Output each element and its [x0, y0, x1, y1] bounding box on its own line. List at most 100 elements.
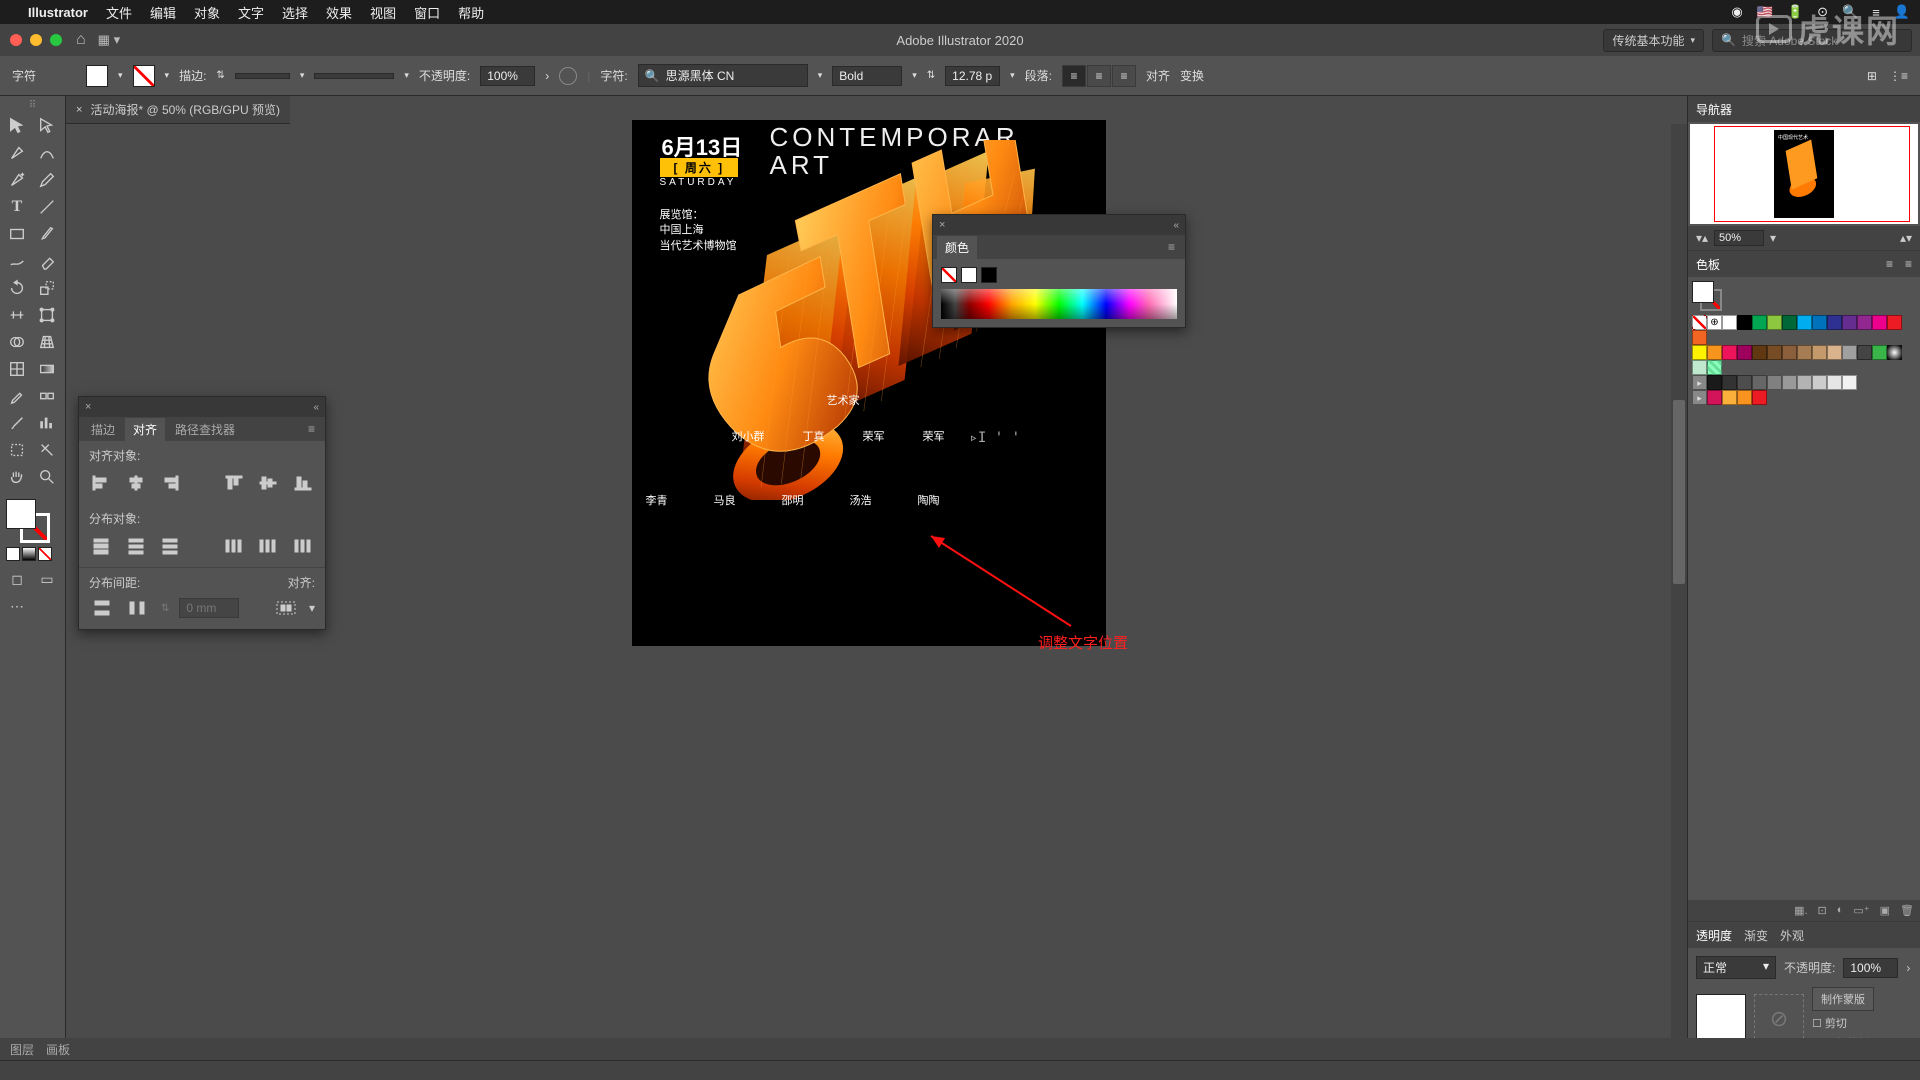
vertical-align-bottom[interactable]: [290, 472, 315, 494]
color-white-swatch[interactable]: [961, 267, 977, 283]
eraser-tool[interactable]: [32, 248, 62, 274]
horizontal-distribute-space[interactable]: [125, 597, 151, 619]
swatch-item[interactable]: [1797, 345, 1812, 360]
minimize-window[interactable]: [30, 34, 42, 46]
font-size-input[interactable]: 12.78 p: [945, 66, 1000, 86]
swatch-item[interactable]: [1767, 315, 1782, 330]
battery-icon[interactable]: 🔋: [1787, 4, 1803, 20]
search-icon[interactable]: 🔍: [1842, 4, 1858, 20]
width-tool[interactable]: [2, 302, 32, 328]
stroke-dropdown-icon[interactable]: ▾: [165, 70, 170, 81]
record-icon[interactable]: ◉: [1731, 4, 1742, 20]
navigator-view-box[interactable]: [1714, 126, 1910, 222]
workspace-dropdown[interactable]: 传统基本功能▾: [1603, 29, 1704, 52]
swatch-item[interactable]: [1707, 375, 1722, 390]
selection-tool[interactable]: [2, 113, 32, 139]
brush-definition-input[interactable]: [314, 73, 394, 79]
vertical-align-top[interactable]: [221, 472, 246, 494]
app-name[interactable]: Illustrator: [28, 5, 88, 20]
swatch-menu-icon[interactable]: ≡: [1905, 257, 1912, 271]
paintbrush-tool[interactable]: [32, 221, 62, 247]
settings-icon[interactable]: ⋮≡: [1889, 69, 1908, 83]
stroke-color-swatch[interactable]: [133, 65, 155, 87]
align-to-dropdown[interactable]: ▾: [309, 601, 315, 615]
transform-link[interactable]: 变换: [1180, 67, 1204, 84]
swatch-item[interactable]: [1887, 345, 1902, 360]
menu-file[interactable]: 文件: [106, 3, 132, 22]
gradient-tab[interactable]: 渐变: [1744, 927, 1768, 944]
fill-dropdown-icon[interactable]: ▾: [118, 70, 123, 81]
zoom-in-icon[interactable]: ▴▾: [1900, 231, 1912, 245]
align-left-button[interactable]: ≡: [1062, 65, 1086, 87]
delete-swatch-icon[interactable]: 🗑: [1900, 904, 1914, 917]
slice-tool[interactable]: [32, 437, 62, 463]
wifi-icon[interactable]: ⊙: [1817, 4, 1828, 20]
menu-type[interactable]: 文字: [238, 3, 264, 22]
make-mask-button[interactable]: 制作蒙版: [1812, 987, 1874, 1011]
opacity-chevron-icon[interactable]: ›: [545, 69, 549, 83]
artboard-tool[interactable]: [2, 437, 32, 463]
gradient-tool[interactable]: [32, 356, 62, 382]
vertical-distribute-bottom[interactable]: [158, 535, 183, 557]
menu-select[interactable]: 选择: [282, 3, 308, 22]
swatch-item[interactable]: [1827, 375, 1842, 390]
maximize-window[interactable]: [50, 34, 62, 46]
size-stepper-icon[interactable]: ⇅: [927, 70, 935, 81]
mesh-tool[interactable]: [2, 356, 32, 382]
swatch-item[interactable]: [1782, 375, 1797, 390]
weight-chev[interactable]: ▾: [912, 70, 917, 81]
artboards-tab[interactable]: 画板: [46, 1041, 70, 1058]
align-right-button[interactable]: ≡: [1112, 65, 1136, 87]
swatch-item[interactable]: [1737, 315, 1752, 330]
horizontal-align-right[interactable]: [158, 472, 183, 494]
swatch-item[interactable]: [1827, 315, 1842, 330]
horizontal-distribute-center[interactable]: [256, 535, 281, 557]
appearance-tab[interactable]: 外观: [1780, 927, 1804, 944]
horizontal-distribute-left[interactable]: [221, 535, 246, 557]
hand-tool[interactable]: [2, 464, 32, 490]
blend-mode-select[interactable]: 正常▾: [1696, 956, 1776, 979]
swatch-item[interactable]: [1737, 345, 1752, 360]
swatch-item[interactable]: [1782, 315, 1797, 330]
vertical-distribute-space[interactable]: [89, 597, 115, 619]
zoom-tool[interactable]: [32, 464, 62, 490]
swatch-item[interactable]: [1692, 330, 1707, 345]
swatch-item[interactable]: [1887, 315, 1902, 330]
document-tab[interactable]: × 活动海报* @ 50% (RGB/GPU 预览): [66, 96, 290, 124]
swatch-item[interactable]: [1827, 345, 1842, 360]
blend-tool[interactable]: [32, 383, 62, 409]
navigator-tab[interactable]: 导航器: [1696, 101, 1732, 118]
transparency-tab[interactable]: 透明度: [1696, 927, 1732, 944]
transparency-opacity-input[interactable]: 100%: [1843, 958, 1898, 978]
control-center-icon[interactable]: ≡: [1872, 5, 1880, 20]
pen-tool[interactable]: [2, 140, 32, 166]
menu-effect[interactable]: 效果: [326, 3, 352, 22]
swatch-item[interactable]: [1692, 360, 1707, 375]
color-tab[interactable]: 颜色: [937, 236, 977, 259]
swatch-item[interactable]: [1722, 315, 1737, 330]
column-graph-tool[interactable]: [32, 410, 62, 436]
menu-help[interactable]: 帮助: [458, 3, 484, 22]
swatch-item[interactable]: [1752, 315, 1767, 330]
gradient-mode-icon[interactable]: [22, 547, 36, 561]
draw-mode-icon[interactable]: ◻: [2, 566, 32, 592]
stroke-tab[interactable]: 描边: [83, 418, 123, 441]
scale-tool[interactable]: [32, 275, 62, 301]
color-spectrum[interactable]: [941, 289, 1177, 319]
swatch-item[interactable]: [1842, 375, 1857, 390]
vertical-distribute-center[interactable]: [124, 535, 149, 557]
align-panel-header[interactable]: × «: [79, 397, 325, 417]
color-black-swatch[interactable]: [981, 267, 997, 283]
shaper-tool[interactable]: [2, 248, 32, 274]
swatch-options-icon[interactable]: ◐: [1837, 904, 1844, 917]
swatch-item[interactable]: ▸: [1692, 375, 1707, 390]
swatch-item[interactable]: [1707, 345, 1722, 360]
swatch-item[interactable]: [1872, 315, 1887, 330]
swatches-tab[interactable]: 色板: [1696, 256, 1720, 273]
navigator-zoom-input[interactable]: [1714, 230, 1764, 246]
color-none-swatch[interactable]: [941, 267, 957, 283]
close-window[interactable]: [10, 34, 22, 46]
menu-window[interactable]: 窗口: [414, 3, 440, 22]
horizontal-align-left[interactable]: [89, 472, 114, 494]
add-anchor-tool[interactable]: [2, 167, 32, 193]
